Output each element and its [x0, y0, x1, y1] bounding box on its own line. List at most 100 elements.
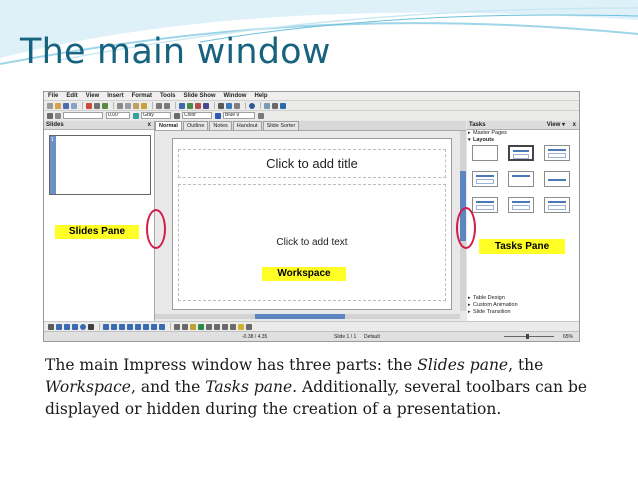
undo-icon[interactable] — [156, 102, 162, 109]
section-master-pages[interactable]: ▸ Master Pages — [467, 130, 579, 137]
connector-icon[interactable] — [111, 323, 117, 330]
spellcheck-icon[interactable] — [102, 102, 108, 109]
expand-arrow-icon: ▸ — [468, 302, 471, 308]
shadow-icon[interactable] — [258, 112, 264, 119]
curve-icon[interactable] — [103, 323, 109, 330]
flowchart-icon[interactable] — [143, 323, 149, 330]
table-icon[interactable] — [187, 102, 193, 109]
gallery-icon[interactable] — [206, 323, 212, 330]
redo-icon[interactable] — [164, 102, 170, 109]
open-icon[interactable] — [55, 102, 61, 109]
glue-points-icon[interactable] — [182, 323, 188, 330]
caption-emphasis-tasks-pane: Tasks pane — [205, 378, 293, 396]
slide-layout-icon[interactable] — [264, 102, 270, 109]
save-icon[interactable] — [63, 102, 69, 109]
line-style-select[interactable] — [63, 112, 103, 119]
print-icon[interactable] — [94, 102, 100, 109]
symbol-shapes-icon[interactable] — [127, 323, 133, 330]
menu-file[interactable]: File — [44, 92, 62, 100]
menu-tools[interactable]: Tools — [156, 92, 180, 100]
slide-thumbnail[interactable]: 1 — [49, 135, 151, 195]
menu-window[interactable]: Window — [220, 92, 251, 100]
line-style-icon[interactable] — [47, 112, 53, 119]
zoom-slider-knob[interactable] — [526, 334, 529, 339]
layout-title-content[interactable] — [508, 145, 534, 161]
block-arrows-icon[interactable] — [135, 323, 141, 330]
title-placeholder[interactable]: Click to add title — [178, 149, 446, 178]
layout-title-only[interactable] — [508, 171, 534, 187]
slide-show-icon[interactable] — [280, 102, 286, 109]
close-icon[interactable]: x — [148, 121, 151, 129]
layout-title-2-content-right[interactable] — [508, 197, 534, 213]
align-icon[interactable] — [222, 323, 228, 330]
view-menu-button[interactable]: View ▾ — [547, 121, 565, 129]
line-icon[interactable] — [56, 323, 62, 330]
layout-title-two-content[interactable] — [472, 171, 498, 187]
zoom-slider[interactable] — [504, 334, 554, 339]
stars-icon[interactable] — [159, 323, 165, 330]
section-custom-animation[interactable]: ▸ Custom Animation — [467, 302, 579, 309]
tab-slide-sorter[interactable]: Slide Sorter — [262, 121, 300, 130]
layout-title-content-alt[interactable] — [544, 145, 570, 161]
help-icon[interactable] — [249, 102, 255, 109]
fill-color-swatch-icon[interactable] — [215, 112, 221, 119]
layout-title-2-content-left[interactable] — [472, 197, 498, 213]
section-slide-transition[interactable]: ▸ Slide Transition — [467, 309, 579, 316]
interaction-icon[interactable] — [246, 323, 252, 330]
menu-insert[interactable]: Insert — [103, 92, 127, 100]
area-style-select[interactable]: Gray — [141, 112, 171, 119]
menu-slide-show[interactable]: Slide Show — [180, 92, 220, 100]
basic-shapes-icon[interactable] — [119, 323, 125, 330]
email-icon[interactable] — [71, 102, 77, 109]
slide-design-icon[interactable] — [272, 102, 278, 109]
format-paintbrush-icon[interactable] — [141, 102, 147, 109]
select-icon[interactable] — [48, 323, 54, 330]
tab-outline[interactable]: Outline — [182, 121, 209, 130]
text-icon[interactable] — [88, 323, 94, 330]
navigator-icon[interactable] — [226, 102, 232, 109]
cut-icon[interactable] — [117, 102, 123, 109]
arrow-style-icon[interactable] — [55, 112, 61, 119]
line-color-icon[interactable] — [133, 112, 139, 119]
area-icon[interactable] — [174, 112, 180, 119]
layout-centered-text[interactable] — [544, 171, 570, 187]
section-table-design[interactable]: ▸ Table Design — [467, 295, 579, 302]
close-icon[interactable]: x — [573, 121, 576, 129]
extrusion-icon[interactable] — [238, 323, 244, 330]
new-icon[interactable] — [47, 102, 53, 109]
horizontal-scroll-thumb[interactable] — [255, 314, 345, 319]
area-fill-select[interactable]: Color — [182, 112, 212, 119]
from-file-icon[interactable] — [198, 323, 204, 330]
copy-icon[interactable] — [125, 102, 131, 109]
fontwork-icon[interactable] — [203, 102, 209, 109]
menu-view[interactable]: View — [82, 92, 104, 100]
text-placeholder[interactable]: Click to add text — [178, 184, 446, 301]
menu-format[interactable]: Format — [128, 92, 156, 100]
collapse-arrow-icon: ▾ — [468, 137, 471, 143]
menu-help[interactable]: Help — [250, 92, 271, 100]
tab-notes[interactable]: Notes — [209, 121, 232, 130]
tab-handout[interactable]: Handout — [232, 121, 262, 130]
line-width-field[interactable]: 0.00" — [106, 112, 130, 119]
points-icon[interactable] — [174, 323, 180, 330]
pdf-icon[interactable] — [86, 102, 92, 109]
layout-blank[interactable] — [472, 145, 498, 161]
rotate-icon[interactable] — [214, 323, 220, 330]
display-grid-icon[interactable] — [218, 102, 224, 109]
arrow-line-icon[interactable] — [64, 323, 70, 330]
tab-normal[interactable]: Normal — [155, 121, 182, 130]
layout-title-4-content[interactable] — [544, 197, 570, 213]
fill-color-select[interactable]: Blue 9 — [223, 112, 255, 119]
fontwork-gallery-icon[interactable] — [190, 323, 196, 330]
ellipse-icon[interactable] — [80, 323, 86, 330]
arrange-icon[interactable] — [230, 323, 236, 330]
horizontal-scrollbar[interactable] — [155, 314, 460, 319]
zoom-icon[interactable] — [234, 102, 240, 109]
rectangle-icon[interactable] — [72, 323, 78, 330]
section-layouts[interactable]: ▾ Layouts — [467, 137, 579, 144]
paste-icon[interactable] — [133, 102, 139, 109]
chart-icon[interactable] — [179, 102, 185, 109]
movie-icon[interactable] — [195, 102, 201, 109]
callouts-icon[interactable] — [151, 323, 157, 330]
menu-edit[interactable]: Edit — [62, 92, 81, 100]
